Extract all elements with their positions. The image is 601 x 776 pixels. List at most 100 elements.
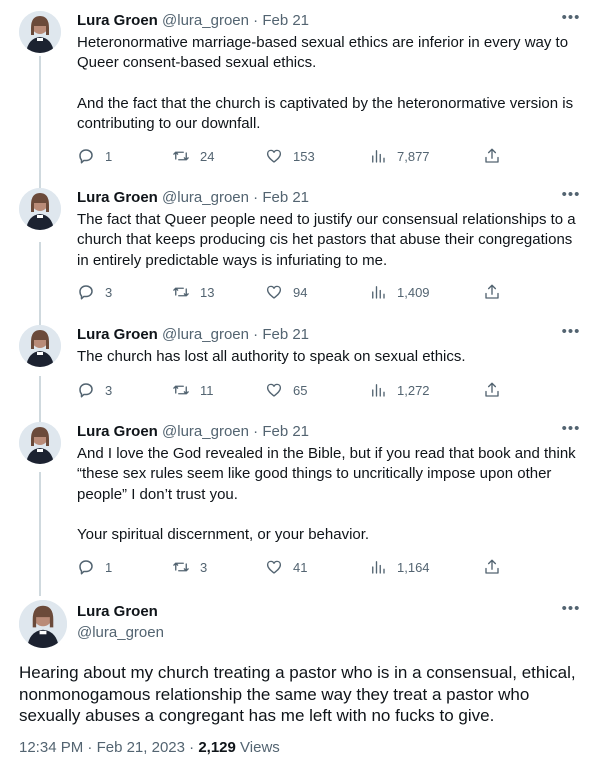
views-button[interactable]: 1,164 [369, 557, 430, 577]
tweet-header: Lura Groen @lura_groen · Feb 21 [77, 11, 309, 31]
tweet-time[interactable]: 12:34 PM [19, 739, 83, 756]
like-count: 65 [293, 382, 308, 398]
author-name[interactable]: Lura Groen [77, 189, 158, 206]
tweet-date[interactable]: Feb 21 [262, 189, 309, 206]
tweet-paragraph: The fact that Queer people need to justi… [77, 211, 576, 269]
reply-icon [79, 285, 93, 300]
views-count: 7,877 [397, 148, 430, 164]
author-handle[interactable]: @lura_groen [162, 423, 249, 440]
share-button[interactable] [483, 557, 511, 577]
avatar[interactable] [19, 11, 61, 53]
like-button[interactable]: 94 [265, 282, 307, 302]
thread-tweet[interactable]: Lura Groen @lura_groen · Feb 21 ••• The … [0, 324, 601, 405]
author-handle[interactable]: @lura_groen [162, 12, 249, 29]
reply-button[interactable]: 1 [77, 146, 112, 166]
like-count: 153 [293, 148, 315, 164]
action-bar: 3 13 94 1,409 [77, 282, 507, 302]
tweet-text: Heteronormative marriage-based sexual et… [77, 33, 587, 135]
like-icon [266, 560, 282, 574]
retweet-count: 3 [200, 559, 208, 575]
avatar[interactable] [19, 600, 67, 648]
views-button[interactable]: 7,877 [369, 146, 430, 166]
views-icon [372, 286, 385, 299]
author-handle[interactable]: @lura_groen [162, 326, 249, 343]
views-icon [372, 150, 385, 163]
tweet-paragraph: The church has lost all authority to spe… [77, 348, 466, 365]
views-button[interactable]: 1,272 [369, 380, 430, 400]
tweet-date[interactable]: Feb 21 [262, 12, 309, 29]
author-handle[interactable]: @lura_groen [162, 189, 249, 206]
tweet-paragraph: And I love the God revealed in the Bible… [77, 445, 576, 503]
retweet-button[interactable]: 24 [172, 146, 214, 166]
main-views-count: 2,129 [198, 739, 236, 756]
author-name[interactable]: Lura Groen [77, 423, 158, 440]
retweet-button[interactable]: 13 [172, 282, 214, 302]
views-icon [372, 384, 385, 397]
more-icon[interactable]: ••• [561, 421, 581, 442]
share-button[interactable] [483, 380, 511, 400]
retweet-button[interactable]: 11 [172, 380, 214, 400]
thread-tweet[interactable]: Lura Groen @lura_groen · Feb 21 ••• And … [0, 421, 601, 582]
reply-count: 3 [105, 382, 113, 398]
share-icon [485, 382, 499, 397]
tweet-header: Lura Groen @lura_groen · Feb 21 [77, 422, 309, 442]
retweet-count: 13 [200, 284, 215, 300]
author-name[interactable]: Lura Groen [77, 326, 158, 343]
more-icon[interactable]: ••• [561, 601, 581, 622]
like-icon [266, 285, 282, 299]
action-bar: 1 24 153 7,877 [77, 146, 507, 166]
share-button[interactable] [483, 282, 511, 302]
action-bar: 3 11 65 1,272 [77, 380, 507, 400]
tweet-paragraph: And the fact that the church is captivat… [77, 94, 574, 133]
tweet-meta: 12:34 PM · Feb 21, 2023 · 2,129 Views [19, 738, 280, 758]
tweet-paragraph: Heteronormative marriage-based sexual et… [77, 34, 569, 72]
main-views-label: Views [240, 739, 280, 756]
author-handle[interactable]: @lura_groen [77, 623, 164, 643]
tweet-header: Lura Groen @lura_groen · Feb 21 [77, 325, 309, 345]
views-count: 1,272 [397, 382, 430, 398]
like-button[interactable]: 65 [265, 380, 307, 400]
reply-button[interactable]: 3 [77, 380, 112, 400]
retweet-icon [173, 385, 189, 395]
reply-icon [79, 383, 93, 398]
reply-count: 1 [105, 148, 113, 164]
reply-button[interactable]: 3 [77, 282, 112, 302]
views-button[interactable]: 1,409 [369, 282, 430, 302]
tweet-date[interactable]: Feb 21 [262, 326, 309, 343]
like-button[interactable]: 153 [265, 146, 315, 166]
thread-tweet[interactable]: Lura Groen @lura_groen · Feb 21 ••• The … [0, 187, 601, 308]
more-icon[interactable]: ••• [561, 324, 581, 345]
more-icon[interactable]: ••• [561, 187, 581, 208]
avatar[interactable] [19, 422, 61, 464]
reply-count: 1 [105, 559, 113, 575]
reply-button[interactable]: 1 [77, 557, 112, 577]
share-icon [485, 148, 499, 163]
reply-icon [79, 149, 93, 164]
separator-dot: · [253, 423, 259, 440]
like-button[interactable]: 41 [265, 557, 307, 577]
tweet-text: The church has lost all authority to spe… [77, 347, 587, 367]
more-icon[interactable]: ••• [561, 10, 581, 31]
author-name[interactable]: Lura Groen [77, 602, 158, 622]
avatar[interactable] [19, 188, 61, 230]
share-icon [485, 559, 499, 574]
like-count: 94 [293, 284, 308, 300]
share-button[interactable] [483, 146, 511, 166]
tweet-text: And I love the God revealed in the Bible… [77, 444, 587, 546]
like-icon [266, 383, 282, 397]
retweet-icon [173, 151, 189, 161]
tweet-header: Lura Groen @lura_groen · Feb 21 [77, 188, 309, 208]
avatar[interactable] [19, 325, 61, 367]
tweet-date[interactable]: Feb 21 [262, 423, 309, 440]
separator-dot: · [253, 189, 259, 206]
tweet-full-date[interactable]: Feb 21, 2023 [97, 739, 185, 756]
separator-dot: · [189, 739, 195, 756]
author-name[interactable]: Lura Groen [77, 12, 158, 29]
like-count: 41 [293, 559, 308, 575]
share-icon [485, 284, 499, 299]
separator-dot: · [87, 739, 93, 756]
reply-icon [79, 560, 93, 575]
thread-tweet[interactable]: Lura Groen @lura_groen · Feb 21 ••• Hete… [0, 10, 601, 171]
retweet-count: 11 [200, 382, 214, 398]
retweet-button[interactable]: 3 [172, 557, 207, 577]
